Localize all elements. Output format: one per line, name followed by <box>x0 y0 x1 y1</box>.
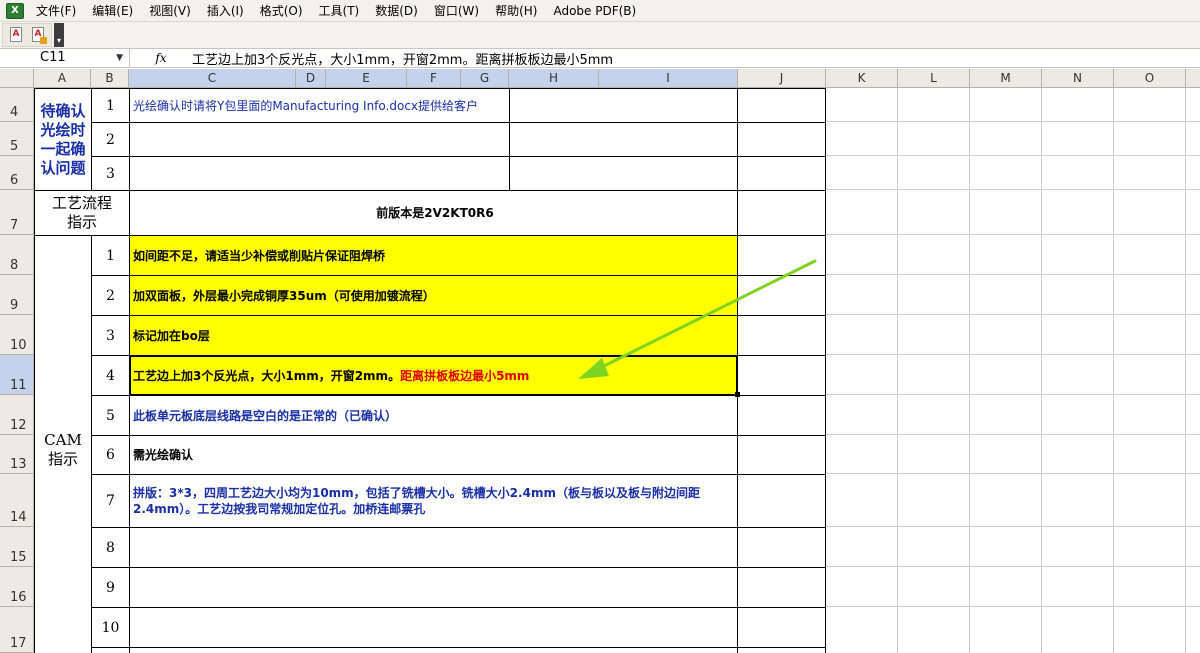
menu-view[interactable]: 视图(V) <box>141 0 199 22</box>
menu-format[interactable]: 格式(O) <box>252 0 311 22</box>
toolbar-options-icon[interactable]: ▾ <box>54 23 64 47</box>
toolbar: A A ▾ <box>0 22 1200 48</box>
menu-insert[interactable]: 插入(I) <box>199 0 252 22</box>
annotation-arrow-icon <box>578 259 817 379</box>
worksheet[interactable]: A B C D E F G H I J K L M N O 4 5 6 7 8 … <box>0 69 1200 653</box>
formula-input[interactable]: 工艺边上加3个反光点，大小1mm，开窗2mm。距离拼板板边最小5mm <box>192 49 613 68</box>
menu-file[interactable]: 文件(F) <box>28 0 84 22</box>
menu-edit[interactable]: 编辑(E) <box>84 0 141 22</box>
convert-to-pdf-icon[interactable]: A <box>7 26 25 44</box>
menu-help[interactable]: 帮助(H) <box>487 0 545 22</box>
fx-icon[interactable]: fx <box>130 51 192 65</box>
menu-adobe-pdf[interactable]: Adobe PDF(B) <box>545 0 644 22</box>
menu-bar: X 文件(F) 编辑(E) 视图(V) 插入(I) 格式(O) 工具(T) 数据… <box>0 0 1200 22</box>
pdf-toolbar: A A <box>2 23 52 47</box>
convert-and-email-pdf-icon[interactable]: A <box>29 26 47 44</box>
chevron-down-icon[interactable]: ▼ <box>116 49 123 67</box>
name-box-value: C11 <box>40 50 66 65</box>
menu-window[interactable]: 窗口(W) <box>426 0 487 22</box>
formula-bar: C11 ▼ fx 工艺边上加3个反光点，大小1mm，开窗2mm。距离拼板板边最小… <box>0 48 1200 68</box>
name-box[interactable]: C11 ▼ <box>0 49 130 67</box>
menu-data[interactable]: 数据(D) <box>367 0 426 22</box>
menu-tools[interactable]: 工具(T) <box>311 0 368 22</box>
excel-app-icon[interactable]: X <box>6 2 24 19</box>
